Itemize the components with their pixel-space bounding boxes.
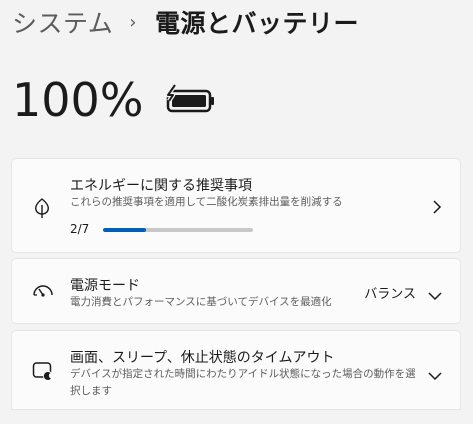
chevron-down-icon[interactable] [428,286,442,305]
card-title: 電源モード [70,278,140,294]
screen-sleep-icon [32,361,54,385]
card-title: エネルギーに関する推奨事項 [70,178,252,194]
leaf-icon [32,197,52,223]
card-description: 電力消費とパフォーマンスに基づいてデバイスを最適化 [70,296,332,308]
page-title: 電源とバッテリー [154,9,359,38]
screen-sleep-timeout-card[interactable]: 画面、スリープ、休止状態のタイムアウト デバイスが指定された時間にわたりアイドル… [11,330,461,410]
power-mode-card[interactable]: 電源モード 電力消費とパフォーマンスに基づいてデバイスを最適化 バランス [11,258,461,324]
chevron-right-icon[interactable] [432,199,442,218]
breadcrumb: システム › 電源とバッテリー [12,4,359,40]
battery-percent: 100% [12,73,144,127]
power-mode-gauge-icon [32,281,54,303]
card-title: 画面、スリープ、休止状態のタイムアウト [70,350,335,366]
energy-recommendations-card[interactable]: エネルギーに関する推奨事項 これらの推奨事項を適用して二酸化炭素排出量を削減する… [11,158,461,253]
card-description: これらの推奨事項を適用して二酸化炭素排出量を削減する [70,196,343,208]
card-description-line-2: 択します [70,385,112,397]
breadcrumb-separator: › [129,11,137,33]
battery-status: 100% [12,72,216,128]
breadcrumb-system-link[interactable]: システム [12,4,113,40]
recommendations-progress-bar [103,228,253,232]
battery-charging-icon [164,83,216,120]
power-mode-dropdown-value[interactable]: バランス [364,283,416,302]
progress-fill [103,228,146,232]
card-description-line-1: デバイスが指定された時間にわたりアイドル状態になった場合の動作を選 [70,368,416,380]
recommendations-progress-label: 2/7 [70,222,90,236]
chevron-down-icon[interactable] [428,366,442,385]
